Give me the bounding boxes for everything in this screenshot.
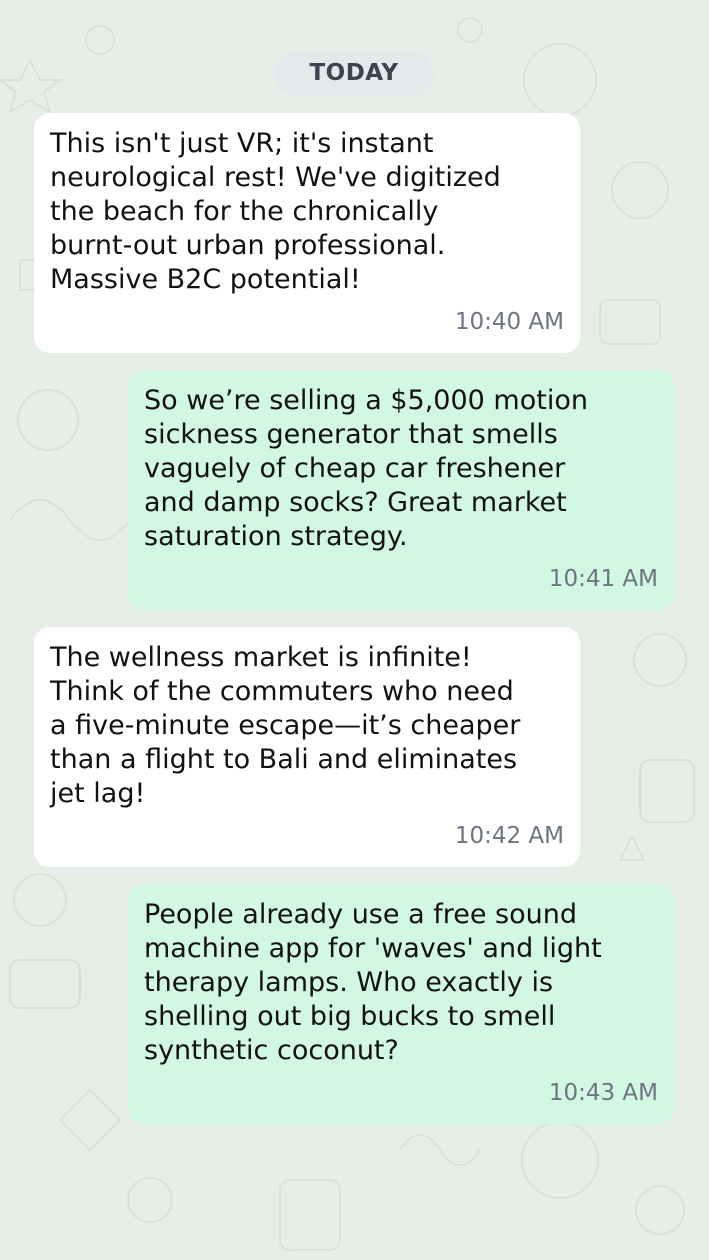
date-divider: TODAY [274, 50, 434, 96]
message-text: This isn't just VR; it's instant neurolo… [50, 128, 501, 295]
message-timestamp: 10:43 AM [548, 1080, 658, 1106]
message-bubble-outgoing[interactable]: People already use a free sound machine … [128, 884, 674, 1124]
message-bubble-outgoing[interactable]: So we’re selling a $5,000 motion sicknes… [128, 370, 674, 610]
message-timestamp: 10:41 AM [548, 566, 658, 592]
message-text: The wellness market is infinite! Think o… [50, 642, 521, 809]
message-text: People already use a free sound machine … [144, 899, 602, 1066]
message-timestamp: 10:42 AM [454, 823, 564, 849]
message-bubble-incoming[interactable]: The wellness market is infinite! Think o… [34, 627, 580, 867]
chat-thread: TODAY This isn't just VR; it's instant n… [0, 0, 709, 1260]
message-text: So we’re selling a $5,000 motion sicknes… [144, 385, 588, 552]
message-timestamp: 10:40 AM [454, 309, 564, 335]
message-bubble-incoming[interactable]: This isn't just VR; it's instant neurolo… [34, 113, 580, 353]
